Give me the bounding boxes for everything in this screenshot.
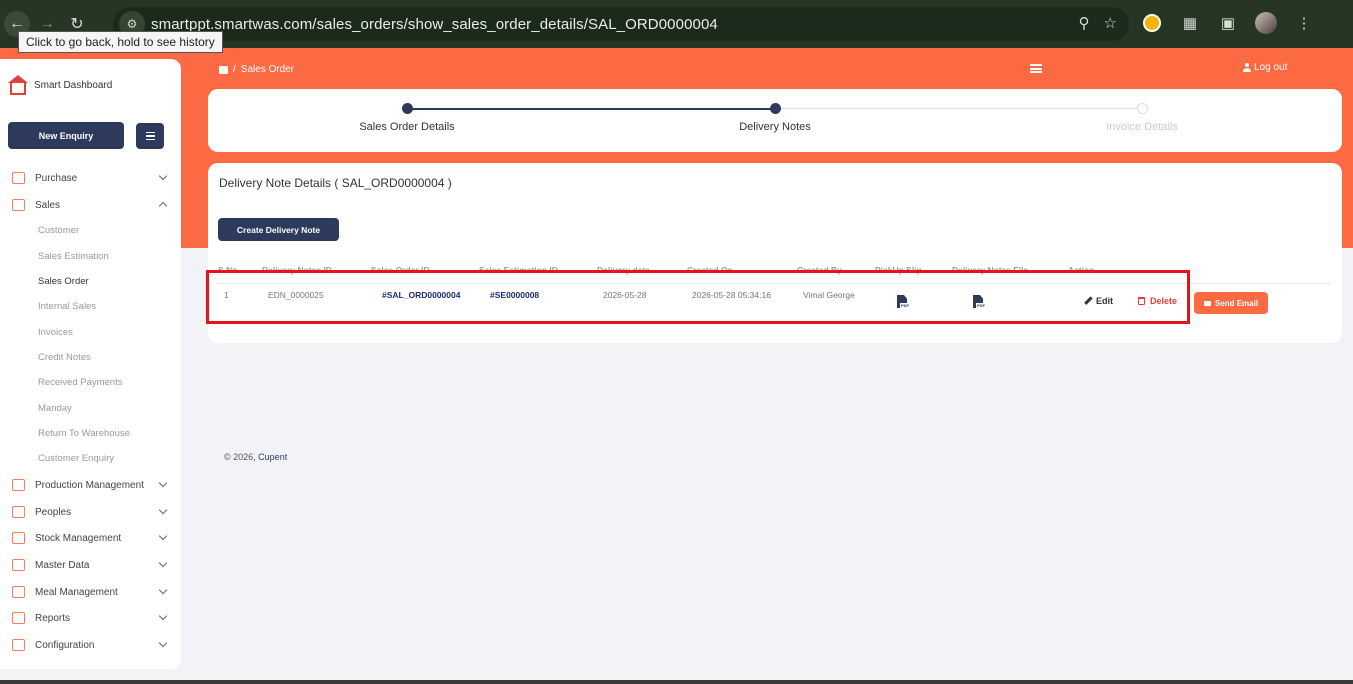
sidebar: Smart Dashboard New Enquiry Purchase Sal… [0, 59, 181, 669]
sidebar-sub-credit-notes[interactable]: Credit Notes [38, 350, 91, 364]
footer-company-link[interactable]: Cupent [258, 452, 287, 462]
sidebar-sub-invoices[interactable]: Invoices [38, 325, 73, 339]
sidebar-item-reports[interactable]: Reports [12, 609, 168, 627]
taskbar-strip [0, 680, 1353, 684]
chevron-down-icon [158, 171, 168, 181]
sidebar-item-meal-management[interactable]: Meal Management [12, 583, 168, 601]
chevron-down-icon [158, 478, 168, 488]
stepper-line-todo [775, 108, 1142, 109]
step-label-invoice-details[interactable]: Invoice Details [1106, 121, 1178, 133]
breadcrumb: / Sales Order [219, 64, 294, 75]
profile-avatar[interactable] [1254, 11, 1278, 35]
browser-menu-icon[interactable]: ⋮ [1292, 11, 1316, 35]
sidebar-sub-customer-enquiry[interactable]: Customer Enquiry [38, 451, 114, 465]
chevron-up-icon [158, 201, 168, 211]
sidebar-item-purchase[interactable]: Purchase [12, 169, 168, 187]
user-icon [1243, 63, 1251, 72]
chevron-down-icon [158, 638, 168, 648]
extensions-puzzle-icon[interactable]: ▦ [1178, 11, 1202, 35]
footer-copyright: © 2026, [224, 452, 256, 462]
envelope-icon [1203, 300, 1211, 306]
stepper-line-done [407, 108, 775, 110]
chevron-down-icon [158, 558, 168, 568]
annotation-highlight-box [206, 270, 1190, 324]
chevron-down-icon [158, 531, 168, 541]
extension-badge-icon[interactable] [1140, 11, 1164, 35]
breadcrumb-current: Sales Order [240, 64, 295, 75]
sidebar-item-stock-management[interactable]: Stock Management [12, 529, 168, 547]
back-tooltip: Click to go back, hold to see history [18, 31, 223, 53]
logout-link[interactable]: Log out [1243, 62, 1287, 73]
database-icon [12, 559, 25, 571]
step-dot-invoice-details[interactable] [1137, 103, 1148, 114]
cart-icon [12, 172, 25, 184]
sidebar-sub-sales-estimation[interactable]: Sales Estimation [38, 249, 109, 263]
sidebar-item-label: Configuration [35, 639, 95, 651]
sidebar-item-label: Reports [35, 612, 71, 624]
brand[interactable]: Smart Dashboard [8, 75, 112, 95]
sidebar-item-label: Meal Management [35, 586, 118, 598]
tab-search-icon[interactable]: ▣ [1216, 11, 1240, 35]
sidebar-sub-return-to-warehouse[interactable]: Return To Warehouse [38, 426, 130, 440]
sidebar-sub-internal-sales[interactable]: Internal Sales [38, 299, 96, 313]
brand-name: Smart Dashboard [34, 79, 113, 91]
step-dot-sales-order-details[interactable] [402, 103, 413, 114]
chevron-down-icon [158, 585, 168, 595]
factory-icon [12, 479, 25, 491]
sales-icon [12, 199, 25, 211]
reports-icon [12, 612, 25, 624]
stock-icon [12, 532, 25, 544]
send-email-button[interactable]: Send Email [1194, 292, 1268, 314]
home-icon[interactable] [219, 65, 228, 74]
step-dot-delivery-notes[interactable] [770, 103, 781, 114]
sidebar-item-production-management[interactable]: Production Management [12, 476, 168, 494]
address-bar[interactable]: ⚙ smartppt.smartwas.com/sales_orders/sho… [113, 7, 1129, 41]
bookmark-star-icon[interactable]: ☆ [1104, 14, 1117, 32]
create-delivery-note-button[interactable]: Create Delivery Note [218, 218, 339, 241]
details-title: Delivery Note Details ( SAL_ORD0000004 ) [219, 176, 452, 190]
sidebar-item-label: Purchase [35, 172, 78, 184]
breadcrumb-separator: / [233, 64, 236, 75]
step-label-sales-order-details[interactable]: Sales Order Details [359, 121, 454, 133]
sidebar-sub-manday[interactable]: Manday [38, 401, 72, 415]
store-logo-icon [8, 75, 28, 95]
url-text[interactable]: smartppt.smartwas.com/sales_orders/show_… [151, 16, 718, 33]
zoom-icon[interactable]: ⚲ [1079, 14, 1090, 32]
sidebar-item-label: Production Management [35, 479, 144, 491]
sidebar-item-label: Master Data [35, 559, 90, 571]
people-icon [12, 506, 25, 518]
send-email-label: Send Email [1214, 298, 1259, 308]
sidebar-sub-received-payments[interactable]: Received Payments [38, 375, 122, 389]
sidebar-item-label: Stock Management [35, 532, 122, 544]
sidebar-sub-customer[interactable]: Customer [38, 223, 79, 237]
sidebar-item-sales[interactable]: Sales [12, 196, 168, 214]
sidebar-item-label: Peoples [35, 506, 72, 518]
sidebar-sub-sales-order[interactable]: Sales Order [38, 274, 89, 288]
sidebar-item-master-data[interactable]: Master Data [12, 556, 168, 574]
meal-icon [12, 586, 25, 598]
logout-label: Log out [1254, 62, 1288, 73]
sidebar-item-label: Sales [35, 199, 61, 211]
step-label-delivery-notes[interactable]: Delivery Notes [739, 121, 811, 133]
chevron-down-icon [158, 505, 168, 515]
sidebar-toggle-icon[interactable] [136, 123, 164, 149]
new-enquiry-button[interactable]: New Enquiry [8, 122, 124, 149]
chevron-down-icon [158, 611, 168, 621]
config-icon [12, 639, 25, 651]
sidebar-item-configuration[interactable]: Configuration [12, 636, 168, 654]
progress-stepper: Sales Order Details Delivery Notes Invoi… [208, 89, 1342, 152]
footer: © 2026, Cupent [224, 452, 287, 462]
sidebar-item-peoples[interactable]: Peoples [12, 503, 168, 521]
header-menu-icon[interactable] [1030, 64, 1042, 73]
